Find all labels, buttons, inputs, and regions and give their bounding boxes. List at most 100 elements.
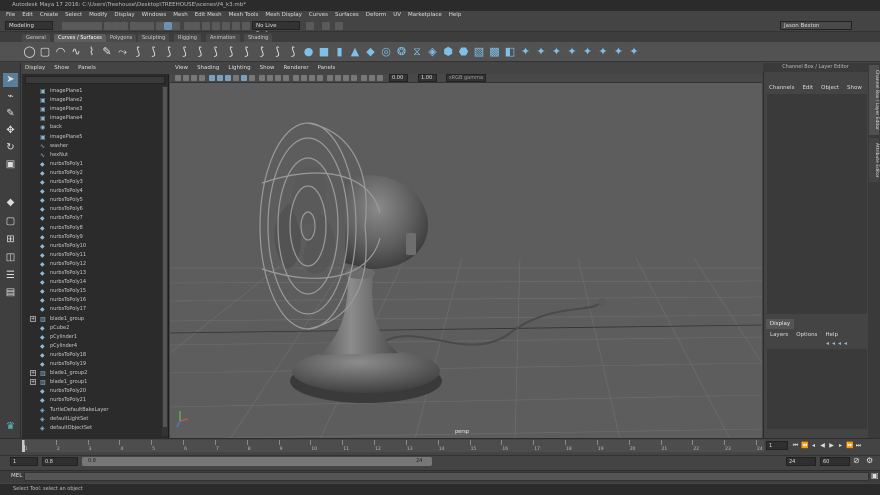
paint-select-icon[interactable]: ✎ <box>3 107 18 121</box>
layer-menu-help[interactable]: Help <box>825 330 838 340</box>
menu-windows[interactable]: Windows <box>142 11 167 20</box>
four-view-layout-icon[interactable]: ⊞ <box>3 233 18 247</box>
menu-display[interactable]: Display <box>114 11 134 20</box>
outliner-menu-show[interactable]: Show <box>54 63 69 74</box>
outliner-item[interactable]: ◆ nurbsToPoly11 <box>22 251 162 260</box>
arc-icon[interactable]: ◠ <box>54 45 67 58</box>
status-button-icon[interactable] <box>192 22 200 30</box>
viewport-toolbar-icon[interactable] <box>317 75 323 81</box>
circle-icon[interactable]: ◯ <box>23 45 36 58</box>
outliner-item[interactable]: ◆ nurbsToPoly4 <box>22 187 162 196</box>
plane-icon[interactable]: ◆ <box>364 45 377 58</box>
two-view-layout-icon[interactable]: ◫ <box>3 251 18 265</box>
select-tool-icon[interactable]: ➤ <box>3 73 18 87</box>
extrude-icon[interactable]: ⬢ <box>442 45 455 58</box>
sphere-icon[interactable]: ● <box>302 45 315 58</box>
viewport-toolbar-icon[interactable] <box>309 75 315 81</box>
graph-layout-icon[interactable]: ▤ <box>3 286 18 300</box>
start-time-field[interactable]: 1 <box>10 457 38 466</box>
outliner-item[interactable]: ◆ nurbsToPoly17 <box>22 305 162 314</box>
status-button-icon[interactable] <box>232 22 240 30</box>
layer-menu-layers[interactable]: Layers <box>770 330 788 340</box>
play-forwards-button[interactable]: ▶ <box>828 441 835 450</box>
go-to-end-button[interactable]: ⏭ <box>855 441 862 450</box>
menu-surfaces[interactable]: Surfaces <box>335 11 359 20</box>
surface-tool-icon[interactable]: ✦ <box>597 45 610 58</box>
viewport-toolbar-icon[interactable] <box>301 75 307 81</box>
outliner-item[interactable]: ◆ nurbsToPoly15 <box>22 287 162 296</box>
outliner-item[interactable]: ◆ nurbsToPoly21 <box>22 396 162 405</box>
curve-tool-icon[interactable]: ⟆ <box>209 45 222 58</box>
outliner-item[interactable]: ◆ nurbsToPoly12 <box>22 260 162 269</box>
menu-uv[interactable]: UV <box>393 11 401 20</box>
viewport-toolbar-icon[interactable] <box>343 75 349 81</box>
outliner-item[interactable]: ▣ imagePlane5 <box>22 133 162 142</box>
outliner-item[interactable]: ◆ nurbsToPoly18 <box>22 351 162 360</box>
pencil-curve-icon[interactable]: ✎ <box>101 45 114 58</box>
outliner-item[interactable]: ◆ nurbsToPoly16 <box>22 296 162 305</box>
end-time-field[interactable]: 60 <box>820 457 850 466</box>
bevel-icon[interactable]: ◧ <box>504 45 517 58</box>
status-button-icon[interactable] <box>212 22 220 30</box>
status-button-icon[interactable] <box>62 22 70 30</box>
layer-display-tab[interactable]: Display <box>766 319 794 329</box>
viewport-menu-lighting[interactable]: Lighting <box>228 63 250 74</box>
menu-help[interactable]: Help <box>449 11 462 20</box>
channel-box-content[interactable] <box>767 94 867 314</box>
menu-deform[interactable]: Deform <box>366 11 386 20</box>
channel-menu-channels[interactable]: Channels <box>769 83 794 93</box>
shelf-tab-rigging[interactable]: Rigging <box>174 34 201 42</box>
menu-create[interactable]: Create <box>40 11 58 20</box>
viewport-toolbar-icon[interactable] <box>241 75 247 81</box>
status-button-icon[interactable] <box>146 22 154 30</box>
menu-file[interactable]: File <box>6 11 15 20</box>
status-button-icon[interactable] <box>222 22 230 30</box>
birail-icon[interactable]: ⬣ <box>457 45 470 58</box>
expand-icon[interactable]: + <box>30 370 36 377</box>
torus-icon[interactable]: ◎ <box>380 45 393 58</box>
outliner-item[interactable]: ◆ pCylinder1 <box>22 333 162 342</box>
step-forward-key-button[interactable]: ⏩ <box>846 441 853 450</box>
menu-mesh-display[interactable]: Mesh Display <box>265 11 302 20</box>
layer-list[interactable] <box>767 349 867 429</box>
viewport-toolbar-icon[interactable] <box>369 75 375 81</box>
curve-tool-icon[interactable]: ⟆ <box>194 45 207 58</box>
current-frame-field[interactable]: 1 <box>766 441 788 450</box>
perspective-viewport[interactable] <box>170 63 762 439</box>
playback-start-field[interactable]: 0.8 <box>42 457 78 466</box>
menu-mesh[interactable]: Mesh <box>173 11 187 20</box>
range-slider[interactable]: 0.8 24 <box>82 457 432 466</box>
square-surface-icon[interactable]: ▩ <box>488 45 501 58</box>
status-button-icon[interactable] <box>184 22 192 30</box>
square-icon[interactable]: ▢ <box>39 45 52 58</box>
outliner-item[interactable]: ◆ nurbsToPoly13 <box>22 269 162 278</box>
status-button-icon[interactable] <box>130 22 138 30</box>
outliner-menu-panels[interactable]: Panels <box>78 63 96 74</box>
channel-menu-show[interactable]: Show <box>847 83 862 93</box>
exposure-field[interactable]: 0.00 <box>389 74 408 82</box>
outliner-menu-display[interactable]: Display <box>25 63 45 74</box>
surface-tool-icon[interactable]: ✦ <box>550 45 563 58</box>
viewport-toolbar-icon[interactable] <box>199 75 205 81</box>
menu-select[interactable]: Select <box>65 11 82 20</box>
shelf-tab-sculpting[interactable]: Sculpting <box>138 34 170 42</box>
ep-curve-icon[interactable]: ⌇ <box>85 45 98 58</box>
outliner-item[interactable]: ◈ defaultObjectSet <box>22 424 162 433</box>
viewport-menu-view[interactable]: View <box>175 63 188 74</box>
menu-mesh-tools[interactable]: Mesh Tools <box>229 11 259 20</box>
viewport-toolbar-icon[interactable] <box>183 75 189 81</box>
play-backwards-button[interactable]: ◀ <box>819 441 826 450</box>
viewport-toolbar-icon[interactable] <box>293 75 299 81</box>
surface-tool-icon[interactable]: ✦ <box>566 45 579 58</box>
curve-tool-icon[interactable]: ⟆ <box>132 45 145 58</box>
side-tab-attribute-editor[interactable]: Attribute Editor <box>869 138 879 182</box>
outliner-item[interactable]: ◆ nurbsToPoly1 <box>22 160 162 169</box>
curve-tool-icon[interactable]: ⟆ <box>287 45 300 58</box>
viewport-toolbar-icon[interactable] <box>217 75 223 81</box>
outliner-item[interactable]: + ▥ blade1_group <box>22 315 162 324</box>
surface-tool-icon[interactable]: ✦ <box>612 45 625 58</box>
status-button-icon[interactable] <box>172 22 180 30</box>
outliner-item[interactable]: ◈ defaultLightSet <box>22 415 162 424</box>
viewport-toolbar-icon[interactable] <box>233 75 239 81</box>
outliner-item[interactable]: ◆ nurbsToPoly7 <box>22 214 162 223</box>
